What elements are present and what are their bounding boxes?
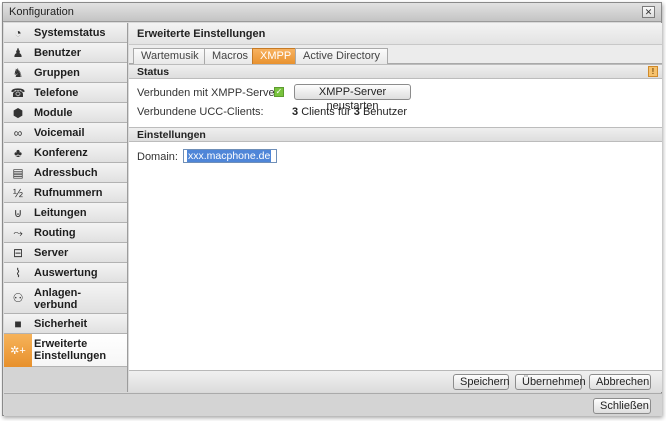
clients-mid-text: Clients für <box>301 106 351 118</box>
sidebar-item-label: Server <box>34 247 69 259</box>
sidebar-item-label: Sicherheit <box>34 318 88 330</box>
window-title: Konfiguration <box>9 6 74 18</box>
tab-wartemusik[interactable]: Wartemusik <box>133 48 207 64</box>
apply-button[interactable]: Übernehmen <box>515 374 586 390</box>
page-title: Erweiterte Einstellungen <box>129 23 662 45</box>
sidebar-item-voicemail[interactable]: ∞ Voicemail <box>4 123 127 143</box>
sidebar-item-konferenz[interactable]: ♣ Konferenz <box>4 143 127 163</box>
network-icon: ⚇ <box>12 291 24 305</box>
window-titlebar: Konfiguration ✕ <box>3 3 661 22</box>
sidebar-item-label: Erweiterte Einstellungen <box>34 338 107 362</box>
sidebar-item-auswertung[interactable]: ⌇ Auswertung <box>4 263 127 283</box>
lock-icon: ■ <box>14 317 22 331</box>
connected-checkbox[interactable]: ✓ <box>274 87 284 97</box>
sidebar-item-label: Adressbuch <box>34 167 98 179</box>
numbers-icon: ½ <box>12 186 23 200</box>
sidebar-item-routing[interactable]: ⤳ Routing <box>4 223 127 243</box>
sidebar-item-anlagenverbund[interactable]: ⚇ Anlagen-verbund <box>4 283 127 314</box>
sidebar-item-label: Voicemail <box>34 127 85 139</box>
domain-label: Domain: <box>137 151 178 163</box>
status-heading: Status <box>137 66 170 78</box>
sidebar-item-benutzer[interactable]: ♟ Benutzer <box>4 43 127 63</box>
telephone-icon: ☎ <box>10 86 26 100</box>
sidebar: ◔ Systemstatus ♟ Benutzer ♞ Gruppen ☎ Te… <box>4 23 128 392</box>
window-footer: Schließen <box>4 393 662 416</box>
addressbook-icon: ▤ <box>12 166 24 180</box>
xmpp-connected-row: Verbunden mit XMPP-Server: ✓ XMPP-Server… <box>129 83 662 112</box>
settings-heading: Einstellungen <box>137 129 206 141</box>
main-content: Erweiterte Einstellungen Wartemusik Macr… <box>129 23 662 392</box>
sidebar-item-server[interactable]: ⊟ Server <box>4 243 127 263</box>
connected-label: Verbunden mit XMPP-Server: <box>137 87 282 99</box>
sidebar-item-label: Leitungen <box>34 207 87 219</box>
users-suffix-text: Benutzer <box>362 106 407 118</box>
sidebar-item-label: Telefone <box>34 87 79 99</box>
clients-count: 3 <box>292 106 299 118</box>
sidebar-item-label: Rufnummern <box>34 187 103 199</box>
domain-value: xxx.macphone.de <box>187 150 272 162</box>
sidebar-item-module[interactable]: ⬢ Module <box>4 103 127 123</box>
sidebar-item-telefone[interactable]: ☎ Telefone <box>4 83 127 103</box>
voicemail-icon: ∞ <box>13 126 23 140</box>
module-icon: ⬢ <box>12 106 24 120</box>
sidebar-item-label: Module <box>34 107 73 119</box>
tab-macros[interactable]: Macros <box>204 48 257 64</box>
save-button[interactable]: Speichern <box>453 374 510 390</box>
gears-icon: ✲+ <box>4 334 32 367</box>
routing-icon: ⤳ <box>13 226 23 240</box>
sidebar-item-adressbuch[interactable]: ▤ Adressbuch <box>4 163 127 183</box>
status-section-header: Status ! <box>129 64 662 79</box>
gauge-icon: ◔ <box>14 26 22 40</box>
users-count: 3 <box>353 106 360 118</box>
user-icon: ♟ <box>12 46 24 60</box>
tab-bar: Wartemusik Macros XMPP Active Directory <box>129 45 662 64</box>
clients-label: Verbundene UCC-Clients: <box>137 106 264 118</box>
domain-input[interactable]: xxx.macphone.de <box>183 149 277 163</box>
domain-row: Domain: xxx.macphone.de <box>129 147 662 165</box>
tab-active-directory[interactable]: Active Directory <box>295 48 389 64</box>
conference-icon: ♣ <box>14 146 22 160</box>
tab-xmpp[interactable]: XMPP <box>252 48 300 64</box>
close-icon[interactable]: ✕ <box>642 6 655 18</box>
sidebar-item-label: Anlagen-verbund <box>34 287 82 311</box>
close-window-button[interactable]: Schließen <box>593 398 651 414</box>
settings-section-header: Einstellungen <box>129 127 662 142</box>
restart-xmpp-button[interactable]: XMPP-Server neustarten <box>294 84 411 112</box>
sidebar-item-erweiterte-einstellungen[interactable]: ✲+ Erweiterte Einstellungen <box>4 334 127 367</box>
sidebar-item-gruppen[interactable]: ♞ Gruppen <box>4 63 127 83</box>
sidebar-item-sicherheit[interactable]: ■ Sicherheit <box>4 314 127 334</box>
sidebar-item-leitungen[interactable]: ⊍ Leitungen <box>4 203 127 223</box>
sidebar-item-label: Systemstatus <box>34 27 106 39</box>
clients-summary: 3 Clients für 3 Benutzer <box>292 106 407 118</box>
sidebar-item-label: Auswertung <box>34 267 98 279</box>
configuration-window: Konfiguration ✕ ◔ Systemstatus ♟ Benutze… <box>2 2 662 416</box>
group-icon: ♞ <box>12 66 24 80</box>
plug-icon: ⊍ <box>13 206 23 220</box>
cancel-button[interactable]: Abbrechen <box>589 374 651 390</box>
ucc-clients-row: Verbundene UCC-Clients: 3 Clients für 3 … <box>129 102 662 122</box>
chart-icon: ⌇ <box>15 266 21 280</box>
content-footer: Speichern Übernehmen Abbrechen <box>129 370 662 392</box>
sidebar-item-rufnummern[interactable]: ½ Rufnummern <box>4 183 127 203</box>
sidebar-item-label: Routing <box>34 227 76 239</box>
info-icon[interactable]: ! <box>648 66 658 77</box>
server-icon: ⊟ <box>12 246 24 260</box>
sidebar-item-label: Gruppen <box>34 67 80 79</box>
sidebar-item-systemstatus[interactable]: ◔ Systemstatus <box>4 23 127 43</box>
sidebar-item-label: Benutzer <box>34 47 82 59</box>
sidebar-item-label: Konferenz <box>34 147 88 159</box>
